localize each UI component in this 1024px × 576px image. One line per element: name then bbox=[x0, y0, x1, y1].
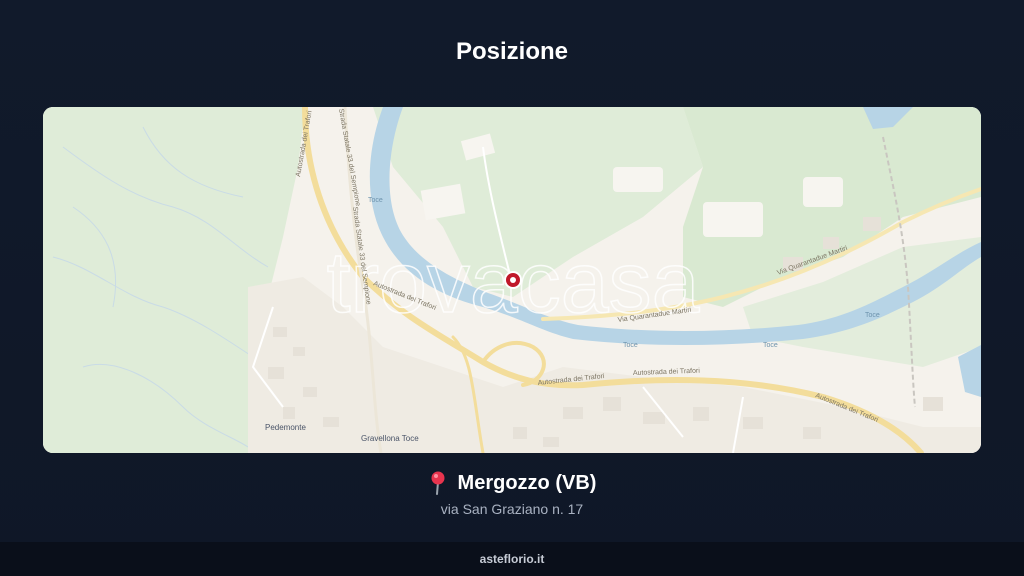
location-marker[interactable] bbox=[504, 271, 522, 289]
water-label-toce: Toce bbox=[763, 342, 778, 349]
location-marker-dot bbox=[510, 277, 516, 283]
page-title: Posizione bbox=[455, 38, 569, 65]
place-label-pedemonte: Pedemonte bbox=[265, 423, 306, 432]
footer: asteflorio.it bbox=[0, 542, 1024, 576]
water-label-toce: Toce bbox=[368, 197, 383, 204]
location-map[interactable]: trovacasa Autostrada dei Trafori Autostr… bbox=[43, 107, 981, 453]
water-label-toce: Toce bbox=[865, 312, 880, 319]
place-label-gravellona-toce: Gravellona Toce bbox=[361, 434, 419, 443]
footer-site-name: asteflorio.it bbox=[479, 552, 545, 566]
round-pushpin-icon bbox=[431, 471, 445, 495]
location-address: via San Graziano n. 17 bbox=[440, 501, 584, 517]
map-canvas[interactable]: trovacasa Autostrada dei Trafori Autostr… bbox=[43, 107, 981, 453]
water-label-toce: Toce bbox=[623, 342, 638, 349]
location-name: Mergozzo (VB) bbox=[457, 471, 597, 494]
location-heading: Mergozzo (VB) bbox=[0, 471, 1024, 495]
